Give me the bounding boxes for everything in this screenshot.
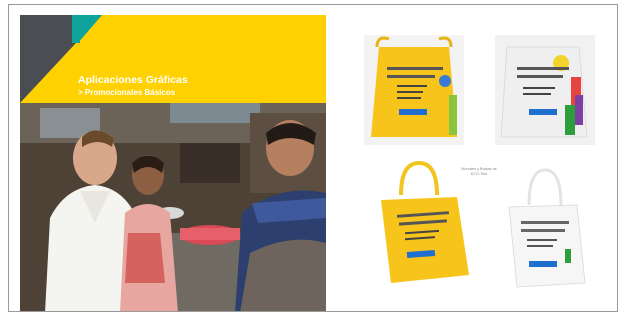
yellow-backpack [364, 35, 464, 145]
section-title: Aplicaciones Gráficas [78, 74, 188, 86]
white-tote-bag [508, 168, 586, 288]
yellow-tote-bag [381, 160, 469, 283]
section-subtitle: > Promocionales Básicos [78, 88, 176, 97]
event-photo [20, 103, 326, 311]
event-photo-illustration [20, 103, 326, 311]
bags-caption: Morrales y Bolsas de ECO-Tela [449, 167, 509, 176]
bags-caption-line2: ECO-Tela [470, 171, 488, 176]
banner-teal-triangle [78, 15, 102, 43]
document-page: Aplicaciones Gráficas > Promocionales Bá… [8, 4, 618, 312]
header-banner: Aplicaciones Gráficas > Promocionales Bá… [20, 15, 326, 103]
left-panel: Aplicaciones Gráficas > Promocionales Bá… [20, 15, 326, 311]
white-backpack [495, 35, 595, 145]
